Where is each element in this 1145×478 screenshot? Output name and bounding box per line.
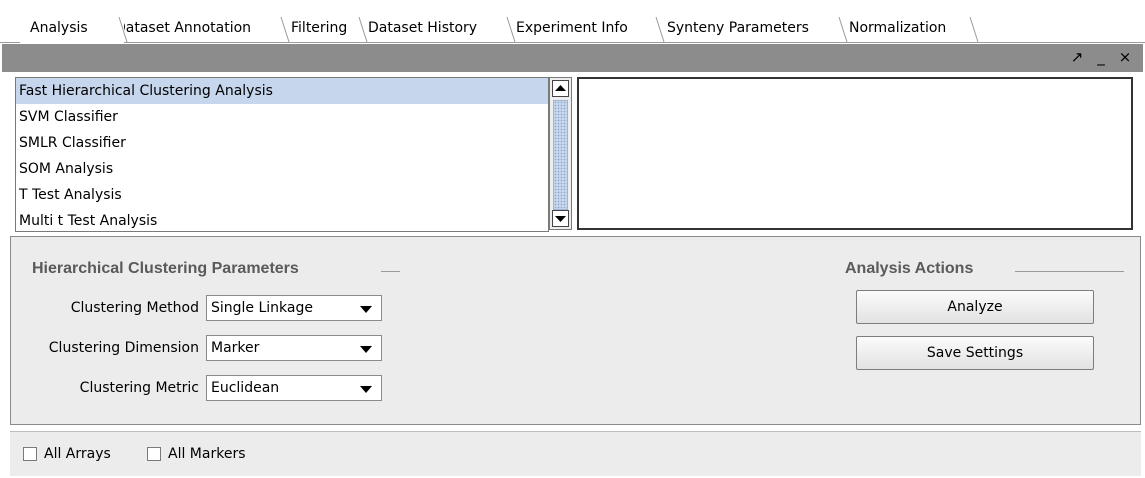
tab-label: Normalization [849,20,947,36]
close-icon[interactable]: × [1116,48,1134,66]
chevron-down-icon [360,386,372,393]
minimize-icon[interactable]: _ [1092,48,1110,66]
all-markers-label: All Markers [168,446,246,462]
tab-divider-icon [118,16,128,43]
panel-title-bar: ↗ _ × [2,44,1143,72]
select-value: Marker [211,340,260,356]
tab-dataset-annotation[interactable]: Dataset Annotation [105,13,290,43]
tab-label: Analysis [30,20,88,36]
analysis-detail-pane [577,77,1133,230]
tab-synteny-parameters[interactable]: Synteny Parameters [657,13,848,43]
clustering-metric-label: Clustering Metric [79,380,199,396]
analysis-list[interactable]: Fast Hierarchical Clustering Analysis SV… [15,77,549,232]
tab-label: Dataset Annotation [115,20,252,36]
tab-divider-icon [969,16,979,43]
chevron-down-icon [360,306,372,313]
tab-experiment-info[interactable]: Experiment Info [506,13,665,43]
all-arrays-label: All Arrays [44,446,111,462]
all-arrays-checkbox[interactable] [23,447,37,461]
list-item[interactable]: Fast Hierarchical Clustering Analysis [16,78,548,104]
clustering-metric-select[interactable]: Euclidean [206,375,382,401]
tab-label: Dataset History [368,20,478,36]
list-item[interactable]: SMLR Classifier [16,130,548,156]
scroll-up-button[interactable] [552,80,569,97]
tab-dataset-history[interactable]: Dataset History [358,13,516,43]
actions-section-title: Analysis Actions [845,260,974,277]
list-item[interactable]: T Test Analysis [16,182,548,208]
tab-label: Synteny Parameters [667,20,809,36]
save-settings-button[interactable]: Save Settings [856,336,1094,370]
scrollbar-thumb[interactable] [553,100,568,210]
all-markers-checkbox[interactable] [147,447,161,461]
clustering-method-label: Clustering Method [70,300,199,316]
select-value: Euclidean [211,380,280,396]
section-rule [381,271,400,272]
scroll-down-button[interactable] [552,210,569,227]
clustering-dimension-label: Clustering Dimension [48,340,199,356]
clustering-dimension-select[interactable]: Marker [206,335,382,361]
list-item[interactable]: SVM Classifier [16,104,548,130]
tab-bar: Analysis Dataset Annotation Filtering Da… [0,0,1145,44]
maximize-icon[interactable]: ↗ [1068,48,1086,66]
chevron-down-icon [360,346,372,353]
tab-filtering[interactable]: Filtering [281,13,368,43]
list-scrollbar[interactable] [549,77,572,230]
parameters-section-title: Hierarchical Clustering Parameters [32,260,299,277]
tab-label: Filtering [291,20,348,36]
list-item[interactable]: Multi t Test Analysis [16,208,548,231]
clustering-method-select[interactable]: Single Linkage [206,295,382,321]
list-item[interactable]: SOM Analysis [16,156,548,182]
section-rule [1015,271,1124,272]
tab-normalization[interactable]: Normalization [839,13,979,43]
analyze-button[interactable]: Analyze [856,290,1094,324]
bottom-bar: All Arrays All Markers [10,431,1141,476]
parameters-panel: Hierarchical Clustering Parameters Clust… [10,236,1141,425]
tab-divider-line [0,42,1145,43]
arrow-up-icon [555,85,566,91]
arrow-down-icon [555,216,566,222]
select-value: Single Linkage [211,300,313,316]
tab-label: Experiment Info [516,20,628,36]
tab-analysis[interactable]: Analysis [20,13,128,43]
